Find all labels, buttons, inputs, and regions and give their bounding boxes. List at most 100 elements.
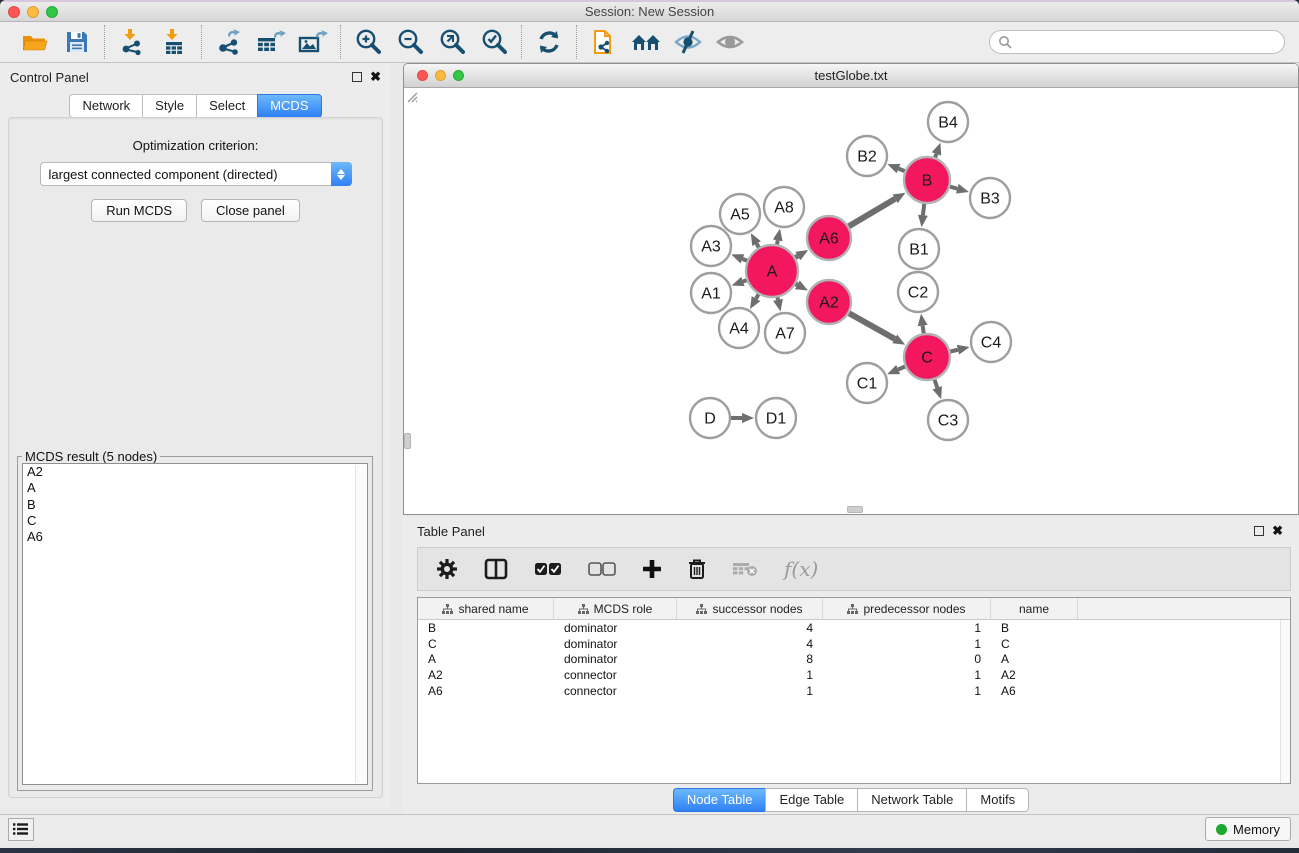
export-network-button[interactable]: [211, 26, 247, 58]
result-item[interactable]: C: [23, 513, 367, 529]
node-B3[interactable]: B3: [970, 178, 1010, 218]
node-D[interactable]: D: [690, 398, 730, 438]
close-panel-button[interactable]: Close panel: [201, 199, 300, 222]
table-scrollbar[interactable]: [1280, 620, 1290, 783]
column-header-MCDS-role[interactable]: MCDS role: [554, 598, 677, 619]
network-canvas[interactable]: A A1 A2 A3 A4 A5 A6 A7 A8 B B1 B2 B3B4 C C1 C2 C3C4 D D1: [404, 89, 1298, 514]
node-A2[interactable]: A2: [807, 280, 851, 324]
close-panel-icon[interactable]: ✖: [370, 72, 381, 82]
node-A6[interactable]: A6: [807, 216, 851, 260]
export-table-button[interactable]: [253, 26, 289, 58]
cell[interactable]: A2: [991, 668, 1078, 682]
node-D1[interactable]: D1: [756, 398, 796, 438]
cell[interactable]: A: [418, 652, 554, 666]
run-mcds-button[interactable]: Run MCDS: [91, 199, 187, 222]
table-row[interactable]: A6connector11A6: [418, 683, 1290, 699]
open-file-button[interactable]: [17, 26, 53, 58]
zoom-selected-button[interactable]: [476, 26, 512, 58]
tab-node-table[interactable]: Node Table: [673, 788, 766, 812]
resize-grip-icon[interactable]: [404, 89, 418, 103]
table-row[interactable]: Adominator80A: [418, 652, 1290, 668]
column-header-shared-name[interactable]: shared name: [418, 598, 554, 619]
node-A3[interactable]: A3: [691, 226, 731, 266]
result-item[interactable]: A2: [23, 464, 367, 480]
create-column-button[interactable]: [642, 553, 662, 585]
deselect-all-rows-button[interactable]: [588, 553, 616, 585]
new-network-from-file-button[interactable]: [586, 26, 622, 58]
node-A7[interactable]: A7: [765, 313, 805, 353]
tab-select[interactable]: Select: [196, 94, 257, 118]
network-graph[interactable]: A A1 A2 A3 A4 A5 A6 A7 A8 B B1 B2 B3B4 C C1 C2 C3C4 D D1: [404, 89, 1298, 514]
node-A5[interactable]: A5: [720, 194, 760, 234]
cell[interactable]: 0: [823, 652, 991, 666]
apply-layout-button[interactable]: [531, 26, 567, 58]
cell[interactable]: C: [991, 637, 1078, 651]
memory-button[interactable]: Memory: [1205, 817, 1291, 841]
tab-network-table[interactable]: Network Table: [857, 788, 966, 812]
import-table-button[interactable]: [156, 26, 192, 58]
node-table[interactable]: shared nameMCDS rolesuccessor nodesprede…: [417, 597, 1291, 784]
cell[interactable]: A6: [418, 684, 554, 698]
node-A4[interactable]: A4: [719, 308, 759, 348]
column-header-predecessor-nodes[interactable]: predecessor nodes: [823, 598, 991, 619]
table-settings-button[interactable]: [436, 553, 458, 585]
close-window-button[interactable]: [8, 6, 20, 18]
result-item[interactable]: A: [23, 480, 367, 496]
node-C1[interactable]: C1: [847, 363, 887, 403]
cell[interactable]: 1: [823, 621, 991, 635]
node-C3[interactable]: C3: [928, 400, 968, 440]
show-graphics-details-button[interactable]: [712, 26, 748, 58]
close-table-panel-icon[interactable]: ✖: [1272, 526, 1283, 536]
node-A8[interactable]: A8: [764, 187, 804, 227]
table-row[interactable]: A2connector11A2: [418, 667, 1290, 683]
result-item[interactable]: B: [23, 497, 367, 513]
column-header-name[interactable]: name: [991, 598, 1078, 619]
zoom-in-button[interactable]: [350, 26, 386, 58]
tab-network[interactable]: Network: [69, 94, 142, 118]
node-C2[interactable]: C2: [898, 272, 938, 312]
node-A1[interactable]: A1: [691, 273, 731, 313]
node-C4[interactable]: C4: [971, 322, 1011, 362]
cell[interactable]: 4: [677, 621, 823, 635]
function-builder-button[interactable]: f(x): [784, 553, 818, 585]
canvas-vertical-scrollbar[interactable]: [404, 433, 411, 449]
task-history-button[interactable]: [8, 818, 34, 841]
cell[interactable]: 1: [823, 684, 991, 698]
node-B4[interactable]: B4: [928, 102, 968, 142]
node-B2[interactable]: B2: [847, 136, 887, 176]
minimize-window-button[interactable]: [27, 6, 39, 18]
float-panel-icon[interactable]: [352, 72, 362, 82]
tab-motifs[interactable]: Motifs: [966, 788, 1029, 812]
search-input[interactable]: [1012, 35, 1276, 49]
cell[interactable]: connector: [554, 668, 677, 682]
cell[interactable]: 1: [823, 668, 991, 682]
delete-column-button[interactable]: [688, 553, 706, 585]
node-B1[interactable]: B1: [899, 229, 939, 269]
network-close-button[interactable]: [417, 70, 428, 81]
export-image-button[interactable]: [295, 26, 331, 58]
zoom-fit-button[interactable]: [434, 26, 470, 58]
cell[interactable]: dominator: [554, 637, 677, 651]
cell[interactable]: A: [991, 652, 1078, 666]
cell[interactable]: C: [418, 637, 554, 651]
cell[interactable]: A2: [418, 668, 554, 682]
cell[interactable]: A6: [991, 684, 1078, 698]
import-network-button[interactable]: [114, 26, 150, 58]
node-A[interactable]: A: [746, 245, 798, 297]
search-box[interactable]: [989, 30, 1285, 54]
network-zoom-button[interactable]: [453, 70, 464, 81]
mcds-result-list[interactable]: A2ABCA6: [22, 463, 368, 785]
delete-table-button[interactable]: [732, 553, 758, 585]
cell[interactable]: 1: [677, 668, 823, 682]
network-window-titlebar[interactable]: testGlobe.txt: [404, 64, 1298, 88]
tab-edge-table[interactable]: Edge Table: [765, 788, 857, 812]
table-row[interactable]: Cdominator41C: [418, 636, 1290, 652]
tab-mcds[interactable]: MCDS: [257, 94, 321, 118]
cell[interactable]: dominator: [554, 652, 677, 666]
network-minimize-button[interactable]: [435, 70, 446, 81]
result-item[interactable]: A6: [23, 529, 367, 545]
table-row[interactable]: Bdominator41B: [418, 620, 1290, 636]
cell[interactable]: 4: [677, 637, 823, 651]
node-B[interactable]: B: [904, 157, 950, 203]
node-C[interactable]: C: [904, 334, 950, 380]
